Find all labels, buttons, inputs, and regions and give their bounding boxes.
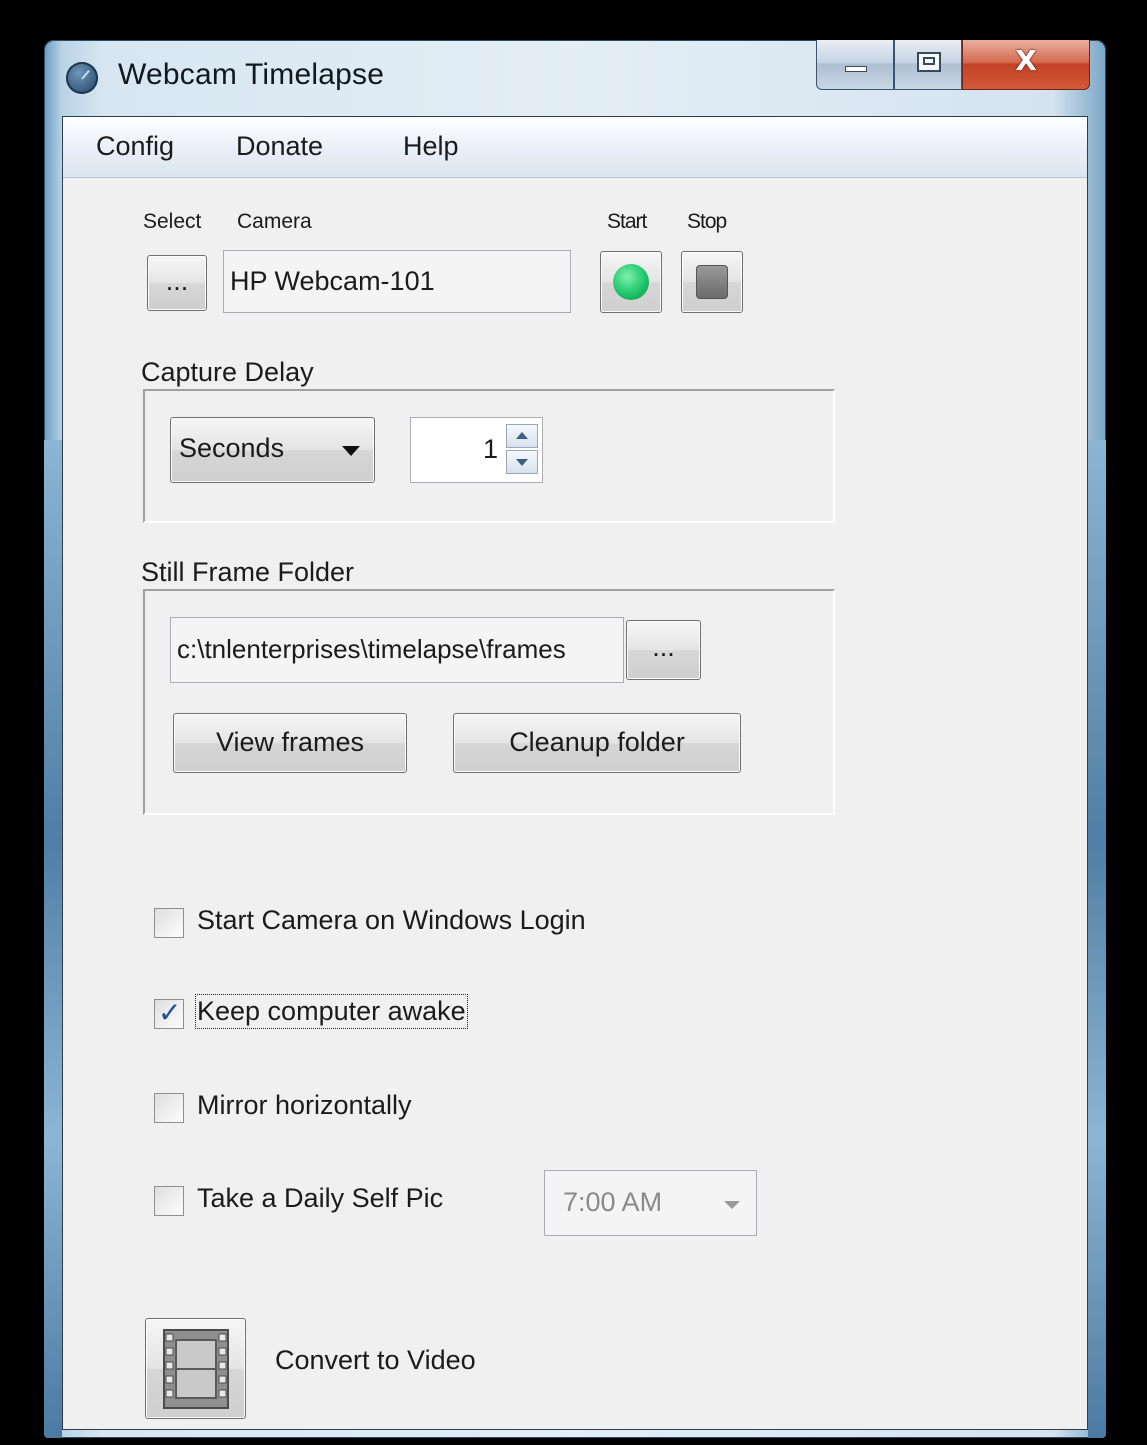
window-title: Webcam Timelapse xyxy=(118,58,385,91)
close-icon: X xyxy=(1015,44,1037,77)
mirror-checkbox[interactable] xyxy=(154,1093,184,1123)
delay-value: 1 xyxy=(482,434,498,464)
view-frames-button[interactable]: View frames xyxy=(173,713,407,773)
capture-delay-label: Capture Delay xyxy=(141,357,314,387)
select-camera-button[interactable]: ... xyxy=(147,255,207,311)
mirror-label[interactable]: Mirror horizontally xyxy=(197,1090,412,1121)
client-area: Config Donate Help Select Camera Start S… xyxy=(62,116,1088,1430)
chevron-down-icon xyxy=(724,1201,740,1209)
maximize-button[interactable] xyxy=(894,40,962,90)
caption-buttons: X xyxy=(816,40,1090,92)
stop-label: Stop xyxy=(687,210,727,233)
browse-folder-button[interactable]: ... xyxy=(626,620,701,680)
camera-label: Camera xyxy=(237,210,312,233)
spin-down-icon[interactable] xyxy=(506,450,538,474)
window-frame-right xyxy=(1088,440,1106,1438)
camera-name-field[interactable]: HP Webcam-101 xyxy=(223,250,571,313)
keep-awake-checkbox[interactable] xyxy=(154,996,184,1029)
delay-value-stepper[interactable]: 1 xyxy=(410,417,543,483)
window-frame-left xyxy=(44,440,62,1438)
app-clock-icon[interactable] xyxy=(66,62,98,94)
keep-awake-label[interactable]: Keep computer awake xyxy=(195,994,468,1029)
still-frame-folder-label: Still Frame Folder xyxy=(141,557,355,587)
start-button[interactable] xyxy=(600,251,662,313)
maximize-icon xyxy=(917,52,941,72)
daily-pic-checkbox[interactable] xyxy=(154,1186,184,1216)
convert-video-label[interactable]: Convert to Video xyxy=(275,1345,476,1376)
daily-pic-label[interactable]: Take a Daily Self Pic xyxy=(197,1183,443,1214)
daily-pic-time-dropdown[interactable]: 7:00 AM xyxy=(544,1170,757,1236)
start-icon xyxy=(613,264,649,300)
select-label: Select xyxy=(143,210,202,233)
delay-unit-dropdown[interactable]: Seconds xyxy=(170,417,375,483)
start-on-login-label[interactable]: Start Camera on Windows Login xyxy=(197,905,586,936)
spin-up-icon[interactable] xyxy=(506,424,538,448)
menu-help[interactable]: Help xyxy=(403,131,459,162)
minimize-icon xyxy=(845,66,867,72)
menu-donate[interactable]: Donate xyxy=(236,131,323,162)
start-on-login-checkbox[interactable] xyxy=(154,908,184,938)
chevron-down-icon xyxy=(342,446,360,456)
film-strip-icon xyxy=(163,1329,229,1409)
menu-bar: Config Donate Help xyxy=(63,117,1087,178)
start-label: Start xyxy=(607,210,647,233)
cleanup-folder-button[interactable]: Cleanup folder xyxy=(453,713,741,773)
folder-path-field[interactable]: c:\tnlenterprises\timelapse\frames xyxy=(170,617,624,683)
stop-button[interactable] xyxy=(681,251,743,313)
minimize-button[interactable] xyxy=(816,40,894,90)
app-window: Webcam Timelapse X Config Donate Help Se… xyxy=(44,40,1106,1438)
close-button[interactable]: X xyxy=(962,40,1090,90)
delay-unit-value: Seconds xyxy=(179,433,285,463)
convert-video-button[interactable] xyxy=(145,1318,246,1419)
menu-config[interactable]: Config xyxy=(96,131,174,162)
daily-pic-time-value: 7:00 AM xyxy=(563,1187,663,1217)
stop-icon xyxy=(696,265,728,299)
